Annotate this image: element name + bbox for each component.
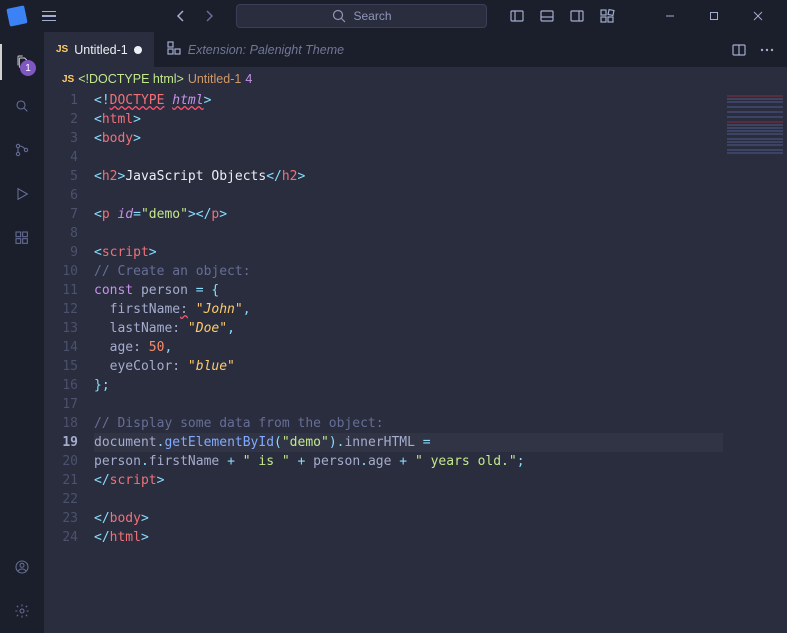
breadcrumb-untitled: Untitled-1 xyxy=(188,72,242,86)
explorer-badge: 1 xyxy=(20,60,36,76)
tab-label: Extension: Palenight Theme xyxy=(188,43,344,57)
search-placeholder: Search xyxy=(353,9,391,23)
editor-tab[interactable]: Extension: Palenight Theme xyxy=(154,32,356,67)
line-number-gutter: 123456789101112131415161718192021222324 xyxy=(44,91,94,633)
split-editor-button[interactable] xyxy=(727,38,751,62)
title-bar: Search xyxy=(0,0,787,32)
code-content[interactable]: <!DOCTYPE html><html><body> <h2>JavaScri… xyxy=(94,91,723,633)
breadcrumb[interactable]: JS <!DOCTYPE html> Untitled-1 4 xyxy=(44,67,787,91)
search-icon xyxy=(14,98,30,114)
extensions-icon xyxy=(14,230,30,246)
command-center-search[interactable]: Search xyxy=(236,4,487,28)
js-icon: JS xyxy=(56,44,68,55)
activity-search[interactable] xyxy=(0,84,44,128)
code-editor[interactable]: 123456789101112131415161718192021222324 … xyxy=(44,91,787,633)
breadcrumb-filename: <!DOCTYPE html> xyxy=(78,72,184,86)
activity-extensions[interactable] xyxy=(0,216,44,260)
vscode-logo xyxy=(6,5,27,26)
more-actions-button[interactable] xyxy=(755,38,779,62)
window-minimize-button[interactable] xyxy=(649,2,691,30)
layout-customize-icon[interactable] xyxy=(593,2,621,30)
activity-accounts[interactable] xyxy=(0,545,44,589)
search-icon xyxy=(331,8,347,24)
activity-source-control[interactable] xyxy=(0,128,44,172)
breadcrumb-problems: 4 xyxy=(245,72,252,86)
account-icon xyxy=(14,559,30,575)
activity-explorer[interactable]: 1 xyxy=(0,40,44,84)
minimap[interactable] xyxy=(723,91,787,633)
window-maximize-button[interactable] xyxy=(693,2,735,30)
window-close-button[interactable] xyxy=(737,2,779,30)
editor-group: JS Untitled-1 Extension: Palenight Theme J… xyxy=(44,32,787,633)
layout-sidebar-right-icon[interactable] xyxy=(563,2,591,30)
gear-icon xyxy=(14,603,30,619)
activity-settings[interactable] xyxy=(0,589,44,633)
hamburger-menu[interactable] xyxy=(38,7,60,26)
activity-bar: 1 xyxy=(0,32,44,633)
tab-label: Untitled-1 xyxy=(74,43,128,57)
layout-panel-icon[interactable] xyxy=(533,2,561,30)
extension-icon xyxy=(166,40,182,59)
debug-icon xyxy=(14,186,30,202)
js-icon: JS xyxy=(62,74,74,85)
tab-bar: JS Untitled-1 Extension: Palenight Theme xyxy=(44,32,787,67)
activity-run-debug[interactable] xyxy=(0,172,44,216)
nav-back-button[interactable] xyxy=(170,5,192,27)
nav-forward-button[interactable] xyxy=(198,5,220,27)
editor-tab[interactable]: JS Untitled-1 xyxy=(44,32,154,67)
layout-sidebar-left-icon[interactable] xyxy=(503,2,531,30)
source-control-icon xyxy=(14,142,30,158)
dirty-indicator xyxy=(134,46,142,54)
